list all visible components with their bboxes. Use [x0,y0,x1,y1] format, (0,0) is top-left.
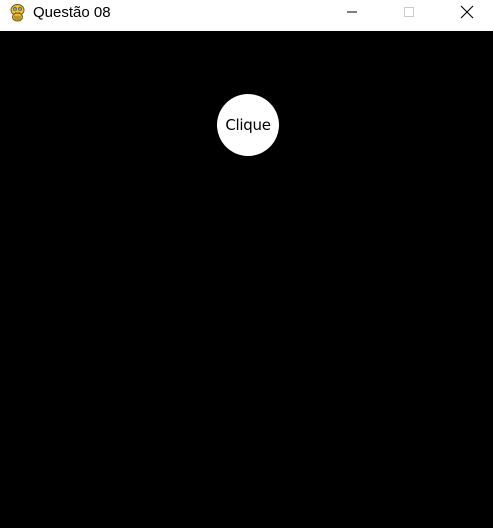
title-bar[interactable]: Questão 08 [0,0,493,31]
clique-button[interactable]: Clique [217,94,279,156]
minimize-button[interactable] [329,0,375,28]
game-canvas[interactable]: Clique [0,31,493,528]
close-button[interactable] [444,0,490,28]
maximize-icon [403,5,415,23]
minimize-icon [346,5,358,23]
close-icon [460,5,474,24]
maximize-button[interactable] [386,0,432,28]
app-window: Questão 08 Clique [0,0,493,528]
clique-button-label: Clique [225,116,271,134]
window-title: Questão 08 [33,4,111,21]
pygame-snake-icon [9,3,26,22]
